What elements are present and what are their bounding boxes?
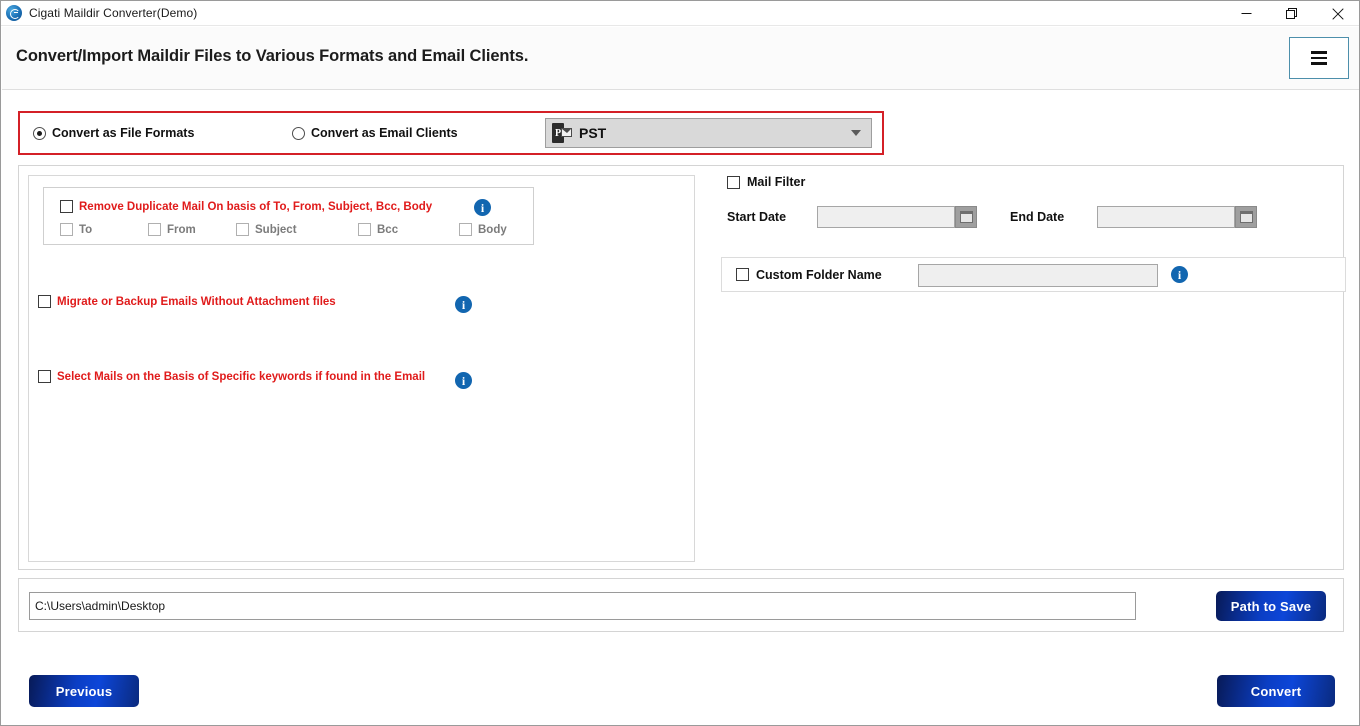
custom-folder-name-input[interactable]	[918, 264, 1158, 287]
checkbox-indicator	[60, 200, 73, 213]
checkbox-remove-duplicate-mail[interactable]: Remove Duplicate Mail On basis of To, Fr…	[60, 200, 432, 213]
remove-duplicate-group: Remove Duplicate Mail On basis of To, Fr…	[43, 187, 534, 245]
format-select-value: PST	[579, 125, 607, 141]
radio-convert-as-file-formats[interactable]: Convert as File Formats	[33, 126, 194, 140]
chevron-down-icon	[851, 130, 861, 136]
path-bar: C:\Users\admin\Desktop Path to Save	[18, 578, 1344, 632]
checkbox-indicator	[236, 223, 249, 236]
start-date-label: Start Date	[727, 210, 787, 224]
hamburger-menu-icon[interactable]	[1289, 37, 1349, 79]
path-to-save-button[interactable]: Path to Save	[1216, 591, 1326, 621]
radio-label: Convert as File Formats	[52, 126, 195, 140]
info-icon[interactable]: i	[1171, 266, 1188, 283]
checkbox-indicator	[727, 175, 740, 189]
conversion-mode-row: Convert as File Formats Convert as Email…	[18, 111, 884, 155]
checkbox-label: Remove Duplicate Mail On basis of To, Fr…	[79, 200, 433, 213]
checkbox-label: Bcc	[377, 223, 399, 236]
checkbox-label: Select Mails on the Basis of Specific ke…	[57, 370, 426, 383]
header-band: Convert/Import Maildir Files to Various …	[2, 27, 1359, 90]
checkbox-duplicate-bcc[interactable]: Bcc	[358, 223, 398, 236]
checkbox-indicator	[60, 223, 73, 236]
checkbox-indicator	[459, 223, 472, 236]
radio-convert-as-email-clients[interactable]: Convert as Email Clients	[292, 126, 458, 140]
checkbox-duplicate-body[interactable]: Body	[459, 223, 507, 236]
close-icon[interactable]	[1315, 1, 1359, 26]
minimize-icon[interactable]	[1223, 1, 1269, 26]
checkbox-label: Subject	[255, 223, 297, 236]
checkbox-indicator	[38, 295, 51, 308]
checkbox-duplicate-to[interactable]: To	[60, 223, 92, 236]
checkbox-duplicate-subject[interactable]: Subject	[236, 223, 297, 236]
end-date-label: End Date	[1010, 210, 1065, 224]
convert-button[interactable]: Convert	[1217, 675, 1335, 707]
destination-path-input[interactable]: C:\Users\admin\Desktop	[29, 592, 1136, 620]
checkbox-label: To	[79, 223, 93, 236]
checkbox-indicator	[736, 268, 749, 281]
radio-indicator	[292, 126, 305, 140]
checkbox-mail-filter[interactable]: Mail Filter	[727, 175, 805, 189]
right-options-panel: Mail Filter Start Date End Date Custom F…	[705, 166, 1346, 571]
application-window: Cigati Maildir Converter(Demo) Convert/I…	[0, 0, 1360, 726]
info-icon[interactable]: i	[455, 296, 472, 313]
radio-label: Convert as Email Clients	[311, 126, 458, 140]
left-options-panel: Remove Duplicate Mail On basis of To, Fr…	[28, 175, 695, 562]
restore-icon[interactable]	[1269, 1, 1315, 26]
checkbox-select-mails-by-keywords[interactable]: Select Mails on the Basis of Specific ke…	[38, 370, 425, 383]
end-date-input[interactable]	[1097, 206, 1235, 228]
start-date-input[interactable]	[817, 206, 955, 228]
checkbox-indicator	[358, 223, 371, 236]
checkbox-label: Mail Filter	[747, 175, 806, 189]
info-icon[interactable]: i	[474, 199, 491, 216]
checkbox-indicator	[38, 370, 51, 383]
format-select-dropdown[interactable]: P PST	[545, 118, 872, 148]
options-content-panel: Remove Duplicate Mail On basis of To, Fr…	[18, 165, 1346, 571]
radio-indicator	[33, 126, 46, 140]
title-bar: Cigati Maildir Converter(Demo)	[1, 1, 1359, 26]
pst-file-icon: P	[552, 123, 572, 143]
checkbox-custom-folder-name[interactable]: Custom Folder Name	[736, 268, 882, 282]
custom-folder-group: Custom Folder Name i	[721, 257, 1346, 292]
calendar-icon[interactable]	[1235, 206, 1257, 228]
window-controls	[1223, 1, 1359, 26]
checkbox-label: Custom Folder Name	[756, 267, 882, 282]
checkbox-label: From	[167, 223, 196, 236]
date-filter-row: Start Date End Date	[727, 206, 1327, 230]
page-title: Convert/Import Maildir Files to Various …	[16, 47, 529, 65]
cigati-logo-icon	[6, 5, 22, 21]
checkbox-indicator	[148, 223, 161, 236]
info-icon[interactable]: i	[455, 372, 472, 389]
checkbox-migrate-without-attachments[interactable]: Migrate or Backup Emails Without Attachm…	[38, 295, 336, 308]
checkbox-duplicate-from[interactable]: From	[148, 223, 196, 236]
checkbox-label: Migrate or Backup Emails Without Attachm…	[57, 295, 336, 308]
previous-button[interactable]: Previous	[29, 675, 139, 707]
checkbox-label: Body	[478, 223, 507, 236]
calendar-icon[interactable]	[955, 206, 977, 228]
window-title: Cigati Maildir Converter(Demo)	[29, 6, 198, 20]
